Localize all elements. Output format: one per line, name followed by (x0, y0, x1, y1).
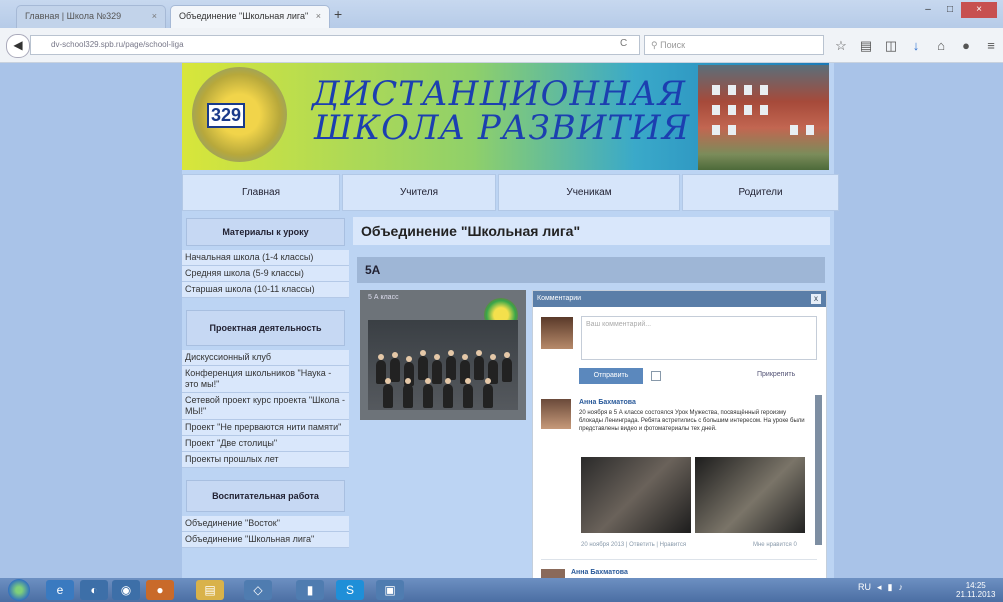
sidebar-item[interactable]: Средняя школа (5-9 классы) (182, 266, 349, 282)
section-heading: 5А (357, 257, 825, 283)
maximize-icon[interactable]: □ (939, 2, 961, 18)
school-building-photo (698, 65, 829, 170)
banner-title-line2: ШКОЛА РАЗВИТИЯ (314, 108, 691, 148)
sidebar-item[interactable]: Начальная школа (1-4 классы) (182, 250, 349, 266)
window-controls: – □ × (917, 2, 997, 18)
close-icon[interactable]: × (316, 11, 321, 21)
close-icon[interactable]: × (152, 11, 157, 21)
tray-volume-icon[interactable]: ♪ (898, 582, 903, 593)
clock-time: 14:25 (965, 581, 986, 590)
like-count[interactable]: Мне нравится 0 (753, 542, 797, 548)
comment-photo[interactable] (695, 457, 805, 533)
clock-date: 21.11.2013 (956, 590, 996, 599)
tray-network-icon[interactable]: ▮ (888, 582, 893, 593)
pocket-icon[interactable]: ◫ (884, 38, 898, 54)
taskbar-app-explorer[interactable]: ▤ (196, 580, 224, 600)
close-icon[interactable]: x (811, 294, 821, 304)
avatar (541, 317, 573, 349)
taskbar-app-device[interactable]: ▮ (296, 580, 324, 600)
attach-link[interactable]: Прикрепить (757, 371, 795, 378)
page-title: Объединение "Школьная лига" (353, 217, 830, 245)
sidebar-item[interactable]: Объединение "Школьная лига" (182, 532, 349, 548)
logo-number: 329 (207, 103, 246, 128)
taskbar-app-skype[interactable]: S (336, 580, 364, 600)
sidebar-item[interactable]: Проекты прошлых лет (182, 452, 349, 468)
tab-label: Объединение "Школьная лига" (179, 11, 309, 21)
menu-icon[interactable]: ≡ (984, 38, 998, 54)
search-input[interactable]: ⚲ Поиск (644, 35, 824, 55)
address-bar[interactable]: dv-school329.spb.ru/page/school-liga (30, 35, 640, 55)
comment-author[interactable]: Анна Бахматова (579, 399, 636, 406)
minimize-icon[interactable]: – (917, 2, 939, 18)
tray-arrow-icon[interactable]: ◂ (877, 582, 882, 593)
extension-icon[interactable]: ● (959, 38, 973, 54)
menu-item-home[interactable]: Главная (182, 174, 340, 211)
library-icon[interactable]: ▤ (859, 38, 873, 54)
navigation-bar: ◀ dv-school329.spb.ru/page/school-liga C… (0, 28, 1003, 63)
sidebar-item[interactable]: Проект "Не прерваются нити памяти" (182, 420, 349, 436)
sidebar: Материалы к уроку Начальная школа (1-4 к… (182, 216, 349, 548)
download-icon[interactable]: ↓ (909, 38, 923, 54)
taskbar: e ◐ ◉ ● ▤ ◇ ▮ S ▣ RU ◂ ▮ ♪ 14:25 21.11.2… (0, 578, 1003, 602)
main-menu: Главная Учителя Ученикам Родители (182, 174, 839, 211)
search-icon: ⚲ (651, 40, 661, 50)
banner-title: ДИСТАНЦИОННАЯ ШКОЛА РАЗВИТИЯ (312, 77, 690, 145)
tab-label: Главная | Школа №329 (25, 11, 122, 21)
avatar[interactable] (541, 399, 571, 429)
tab-main-page[interactable]: Главная | Школа №329 × (16, 5, 166, 28)
sidebar-item[interactable]: Сетевой проект курс проекта "Школа - МЫ!… (182, 393, 349, 420)
start-button[interactable] (8, 579, 30, 601)
sidebar-heading: Проектная деятельность (186, 310, 345, 346)
attach-checkbox[interactable] (651, 371, 661, 381)
comment-text: 20 ноября в 5 А классе состоялся Урок Му… (579, 410, 805, 432)
new-tab-button[interactable]: + (334, 6, 342, 22)
send-comment-button[interactable]: Отправить (579, 368, 643, 384)
class-photo-image (368, 320, 518, 410)
sidebar-item[interactable]: Дискуссионный клуб (182, 350, 349, 366)
sidebar-item[interactable]: Старшая школа (10-11 классы) (182, 282, 349, 298)
back-button[interactable]: ◀ (6, 34, 30, 58)
banner-title-line1: ДИСТАНЦИОННАЯ (312, 74, 687, 114)
comments-widget: Комментарии x Ваш комментарий... Отправи… (532, 290, 827, 580)
menu-item-teachers[interactable]: Учителя (342, 174, 496, 211)
sidebar-item[interactable]: Объединение "Восток" (182, 516, 349, 532)
bookmark-star-icon[interactable]: ☆ (834, 38, 848, 54)
home-icon[interactable]: ⌂ (934, 38, 948, 54)
taskbar-app-media[interactable]: ◐ (80, 580, 108, 600)
clock[interactable]: 14:25 21.11.2013 (956, 581, 995, 599)
divider (541, 559, 817, 560)
menu-item-students[interactable]: Ученикам (498, 174, 680, 211)
comment-author[interactable]: Анна Бахматова (571, 569, 628, 576)
taskbar-app-window[interactable]: ▣ (376, 580, 404, 600)
language-indicator[interactable]: RU (858, 582, 871, 593)
close-window-icon[interactable]: × (961, 2, 997, 18)
sidebar-heading: Материалы к уроку (186, 218, 345, 246)
site-banner: 329 ДИСТАНЦИОННАЯ ШКОЛА РАЗВИТИЯ (182, 63, 829, 170)
system-tray: RU ◂ ▮ ♪ (858, 582, 903, 593)
class-photo[interactable]: 5 А класс (360, 290, 526, 420)
taskbar-app-chrome[interactable]: ◉ (112, 580, 140, 600)
photo-caption: 5 А класс (368, 294, 399, 301)
taskbar-app-ie[interactable]: e (46, 580, 74, 600)
tab-school-league[interactable]: Объединение "Школьная лига" × (170, 5, 330, 28)
toolbar-icons: ☆ ▤ ◫ ↓ ⌂ ● ≡ (834, 38, 998, 54)
taskbar-app-firefox[interactable]: ● (146, 580, 174, 600)
reload-icon[interactable]: C (620, 38, 627, 49)
sidebar-item[interactable]: Проект "Две столицы" (182, 436, 349, 452)
comment-photo[interactable] (581, 457, 691, 533)
scrollbar[interactable] (815, 395, 822, 545)
sidebar-item[interactable]: Конференция школьников "Наука - это мы!" (182, 366, 349, 393)
menu-item-parents[interactable]: Родители (682, 174, 839, 211)
comments-header: Комментарии (533, 291, 826, 307)
tab-strip: Главная | Школа №329 × Объединение "Школь… (0, 0, 1003, 28)
comment-input[interactable]: Ваш комментарий... (581, 316, 817, 360)
comment-meta[interactable]: 20 ноября 2013 | Ответить | Нравится (581, 542, 686, 548)
sidebar-heading: Воспитательная работа (186, 480, 345, 512)
search-placeholder: Поиск (660, 40, 686, 50)
taskbar-app-paint[interactable]: ◇ (244, 580, 272, 600)
